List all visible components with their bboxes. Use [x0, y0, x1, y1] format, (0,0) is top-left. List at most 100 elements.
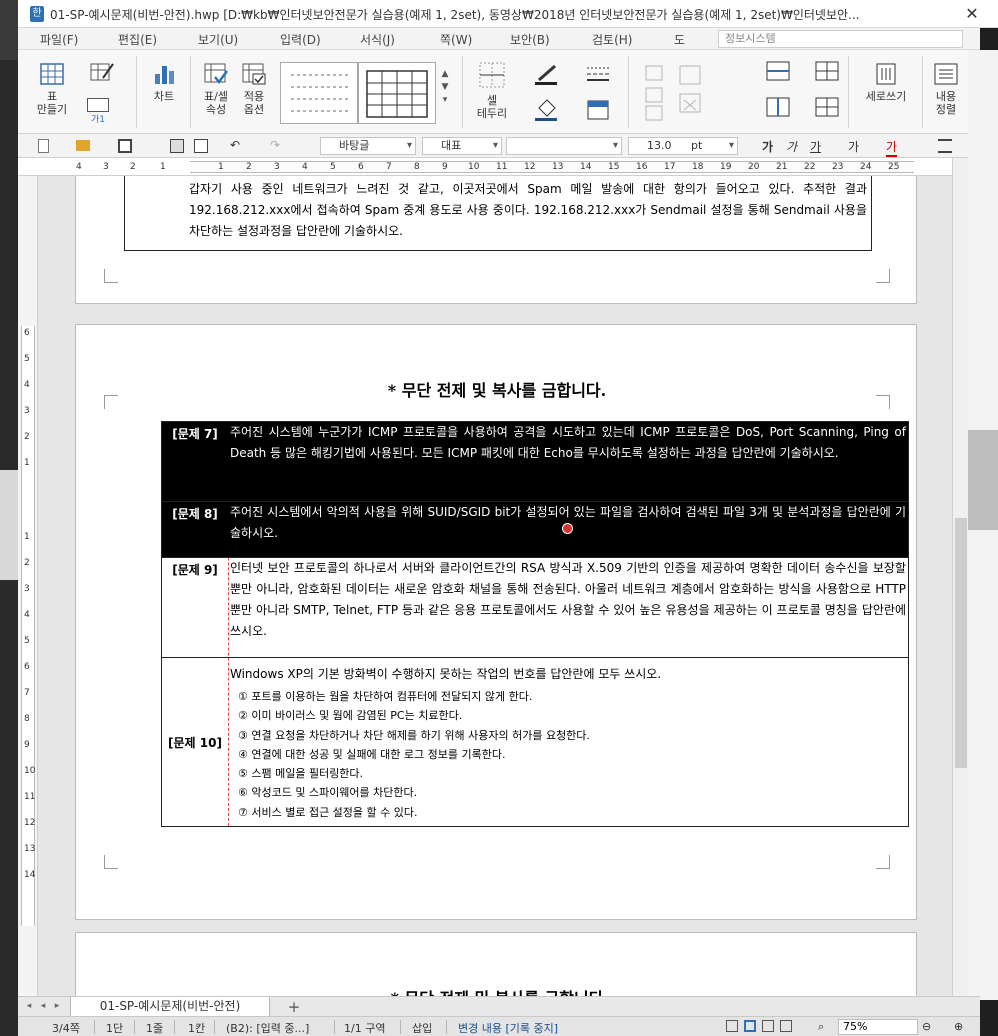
- vertical-writing-label: 세로쓰기: [865, 90, 907, 103]
- table-cell-props-button[interactable]: 표/셀 속성: [198, 62, 234, 116]
- ribbon-separator: [462, 56, 463, 128]
- side-panel-handle[interactable]: [968, 430, 998, 530]
- q10-text[interactable]: Windows XP의 기본 방화벽이 수행하지 못하는 작업의 번호를 답안란…: [230, 664, 906, 685]
- table-row-q9[interactable]: [문제 9] 인터넷 보안 프로토콜의 하나로서 서버와 클라이언트간의 RSA…: [162, 558, 908, 658]
- tab-prev-icon[interactable]: ◂: [36, 999, 50, 1013]
- ruler-tick: 21: [776, 162, 788, 172]
- menu-edit[interactable]: 편집(E): [118, 31, 157, 48]
- undo-icon[interactable]: ↶: [230, 138, 240, 152]
- vertical-ruler: 6 5 4 3 2 1 1 2 3 4 5 6 7 8 9 10 11 12 1…: [18, 176, 38, 996]
- table-make-button[interactable]: 표 만들기: [34, 62, 70, 116]
- document-canvas[interactable]: 갑자기 사용 중인 네트워크가 느려진 것 같고, 이곳저곳에서 Spam 메일…: [38, 176, 952, 996]
- close-window-button[interactable]: ✕: [962, 4, 982, 24]
- horizontal-ruler: 4 3 2 1 1 2 3 4 5 6 7 8 9 10 11 12 13 14…: [18, 158, 968, 176]
- menu-format[interactable]: 서식(J): [360, 31, 395, 48]
- underline-button[interactable]: 가: [810, 138, 821, 155]
- menu-page[interactable]: 쪽(W): [440, 31, 472, 48]
- status-divider: [134, 1020, 135, 1034]
- add-tab-button[interactable]: +: [280, 997, 308, 1017]
- view-two-page-icon[interactable]: [762, 1020, 774, 1032]
- caption-button[interactable]: 가1: [84, 98, 112, 127]
- redo-icon[interactable]: ↷: [270, 138, 280, 152]
- insert-column-icon: [766, 97, 790, 117]
- font-color-button[interactable]: 가: [886, 138, 898, 157]
- chart-button[interactable]: 차트: [146, 62, 182, 103]
- vertical-writing-button[interactable]: 세로쓰기: [856, 62, 916, 103]
- split-cell-button[interactable]: [812, 60, 842, 85]
- q7-text[interactable]: 주어진 시스템에 누군가가 ICMP 프로토콜을 사용하여 공격을 시도하고 있…: [230, 422, 906, 464]
- caption-label: 가1: [90, 115, 105, 125]
- table-edit-button[interactable]: [82, 60, 122, 88]
- menu-tools[interactable]: 도: [674, 31, 685, 48]
- grid-cell-button[interactable]: [812, 96, 842, 121]
- view-fit-icon[interactable]: [780, 1020, 792, 1032]
- scrollbar-thumb[interactable]: [955, 518, 967, 768]
- status-insert[interactable]: 삽입: [412, 1020, 432, 1036]
- print-icon[interactable]: [170, 139, 184, 153]
- align-justify-icon[interactable]: [938, 139, 952, 153]
- font-size-input[interactable]: 13.0 pt: [628, 137, 738, 155]
- insert-row-button[interactable]: [758, 60, 798, 85]
- apply-options-button[interactable]: 적용 옵션: [236, 62, 272, 116]
- menu-review[interactable]: 검토(H): [592, 31, 632, 48]
- italic-button[interactable]: 가: [786, 138, 797, 155]
- ruler-tick: 16: [636, 162, 648, 172]
- bold-button[interactable]: 가: [762, 138, 773, 155]
- line-style-button[interactable]: [578, 62, 618, 90]
- font-class-select[interactable]: 대표: [422, 137, 502, 155]
- table-row-q10[interactable]: [문제 10] Windows XP의 기본 방화벽이 수행하지 못하는 작업의…: [162, 658, 908, 826]
- fill-color-button[interactable]: [526, 98, 566, 126]
- table-row-q7[interactable]: [문제 7] 주어진 시스템에 누군가가 ICMP 프로토콜을 사용하여 공격을…: [162, 422, 908, 502]
- questions-table: [문제 7] 주어진 시스템에 누군가가 ICMP 프로토콜을 사용하여 공격을…: [161, 421, 909, 827]
- line-color-button[interactable]: [526, 62, 566, 90]
- zoom-in-icon[interactable]: ⊕: [954, 1020, 963, 1033]
- zoom-out-icon[interactable]: ⊖: [922, 1020, 931, 1033]
- save-icon[interactable]: [118, 139, 132, 153]
- menu-insert[interactable]: 입력(D): [280, 31, 321, 48]
- print-preview-icon[interactable]: [194, 139, 208, 153]
- cell-border-button[interactable]: 셀 테두리: [472, 60, 512, 120]
- vruler-tick: 14: [24, 870, 36, 880]
- tab-first-icon[interactable]: ◂: [22, 999, 36, 1013]
- q9-text[interactable]: 인터넷 보안 프로토콜의 하나로서 서버와 클라이언트간의 RSA 방식과 X.…: [230, 558, 906, 642]
- table-row-q8[interactable]: [문제 8] 주어진 시스템에서 악의적 사용을 위해 SUID/SGID bi…: [162, 502, 908, 558]
- ruler-tick: 3: [103, 162, 109, 172]
- ruler-tick: 2: [130, 162, 136, 172]
- status-divider: [174, 1020, 175, 1034]
- vertical-scrollbar[interactable]: [952, 158, 968, 996]
- tab-document[interactable]: 01-SP-예시문제(비번-안전): [70, 997, 270, 1017]
- content-align-button[interactable]: 내용 정렬: [928, 62, 964, 116]
- new-document-icon[interactable]: [38, 139, 49, 153]
- zoom-search-icon[interactable]: ⌕: [818, 1020, 824, 1034]
- style-gallery-scroll[interactable]: ▲ ▼ ▾: [438, 68, 452, 107]
- font-name-select[interactable]: [506, 137, 622, 155]
- table-style-dashed-grid: [291, 74, 349, 112]
- status-track-changes[interactable]: 변경 내용 [기록 중지]: [458, 1020, 558, 1036]
- menu-view[interactable]: 보기(U): [198, 31, 238, 48]
- table-style-preview-1[interactable]: [280, 62, 358, 124]
- q10-label: [문제 10]: [168, 736, 222, 750]
- vruler-tick: 5: [24, 636, 30, 646]
- tab-next-icon[interactable]: ▸: [50, 999, 64, 1013]
- strike-button[interactable]: 가: [848, 138, 859, 155]
- margin-corner-mark: [876, 269, 890, 283]
- view-page-icon[interactable]: [744, 1020, 756, 1032]
- menu-security[interactable]: 보안(B): [510, 31, 550, 48]
- cell-shade-button[interactable]: [578, 98, 618, 126]
- open-folder-icon[interactable]: [76, 140, 90, 151]
- table-style-preview-2[interactable]: [358, 62, 436, 124]
- view-normal-icon[interactable]: [726, 1020, 738, 1032]
- search-input[interactable]: 정보시스템: [718, 30, 963, 48]
- ribbon-separator: [628, 56, 629, 128]
- status-cell: (B2): [입력 중...]: [226, 1022, 310, 1035]
- cell-border-icon: [477, 60, 507, 90]
- table-icon: [39, 62, 65, 86]
- ruler-tick: 20: [748, 162, 760, 172]
- zoom-select[interactable]: 75%: [838, 1019, 918, 1035]
- menu-file[interactable]: 파일(F): [40, 31, 78, 48]
- font-size-value: 13.0: [647, 139, 672, 152]
- status-divider: [214, 1020, 215, 1034]
- grid-cell-icon: [815, 97, 839, 117]
- insert-column-button[interactable]: [758, 96, 798, 121]
- style-select[interactable]: 바탕글: [320, 137, 416, 155]
